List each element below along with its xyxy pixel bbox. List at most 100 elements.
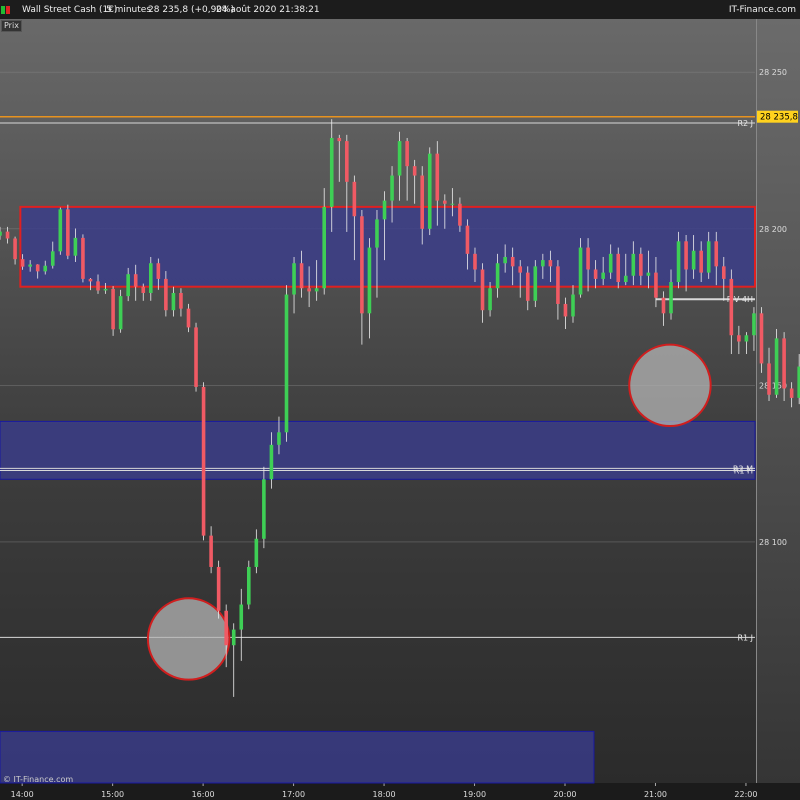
candle-body[interactable] — [58, 209, 63, 252]
candle-body[interactable] — [88, 278, 93, 282]
candle-body[interactable] — [684, 241, 688, 270]
candle-body[interactable] — [593, 269, 598, 279]
candle-body[interactable] — [20, 259, 25, 267]
candle-body[interactable] — [563, 303, 568, 317]
candle-body[interactable] — [450, 203, 455, 205]
candle-body[interactable] — [262, 479, 266, 539]
candle-body[interactable] — [314, 288, 319, 292]
candle-body[interactable] — [254, 538, 259, 567]
candle-body[interactable] — [0, 231, 2, 236]
candle-body[interactable] — [103, 288, 108, 291]
candle-body[interactable] — [171, 292, 176, 311]
candle-body[interactable] — [141, 286, 146, 293]
candle-body[interactable] — [35, 264, 40, 272]
candle-body[interactable] — [548, 260, 553, 267]
candle-body[interactable] — [164, 278, 168, 311]
candle-body[interactable] — [412, 166, 417, 176]
candle-body[interactable] — [676, 241, 681, 283]
candle-body[interactable] — [480, 269, 485, 311]
candle-body[interactable] — [133, 274, 138, 287]
candle-body[interactable] — [518, 266, 523, 273]
candle-body[interactable] — [556, 266, 560, 304]
candle-body[interactable] — [533, 266, 538, 301]
candle-body[interactable] — [5, 231, 10, 239]
candle-body[interactable] — [714, 241, 719, 267]
candle-body[interactable] — [729, 278, 734, 336]
candle-body[interactable] — [66, 209, 70, 256]
candle-body[interactable] — [148, 263, 153, 293]
candle-body[interactable] — [397, 141, 402, 176]
candle-body[interactable] — [488, 288, 492, 311]
candle-body[interactable] — [608, 253, 613, 273]
candle-body[interactable] — [239, 604, 244, 630]
candle-body[interactable] — [322, 206, 326, 289]
candle-body[interactable] — [13, 238, 17, 260]
candle-body[interactable] — [458, 203, 462, 226]
candle-body[interactable] — [737, 335, 741, 342]
candle-body[interactable] — [525, 272, 530, 301]
candle-body[interactable] — [194, 327, 198, 387]
candle-body[interactable] — [73, 237, 78, 256]
candle-body[interactable] — [669, 282, 673, 314]
candle-body[interactable] — [28, 264, 32, 267]
candle-body[interactable] — [337, 137, 342, 142]
candle-body[interactable] — [231, 629, 236, 646]
candle-body[interactable] — [179, 292, 183, 309]
candle-body[interactable] — [631, 253, 636, 276]
candle-body[interactable] — [216, 566, 221, 611]
candle-body[interactable] — [639, 253, 643, 276]
candle-body[interactable] — [299, 263, 304, 289]
candle-body[interactable] — [435, 153, 440, 201]
candle-body[interactable] — [352, 181, 357, 217]
candle-body[interactable] — [510, 256, 515, 267]
candle-body[interactable] — [111, 288, 115, 330]
candle-body[interactable] — [661, 297, 666, 314]
candle-body[interactable] — [382, 200, 387, 220]
candle-body[interactable] — [81, 237, 85, 279]
candle-body[interactable] — [782, 338, 786, 389]
candle-body[interactable] — [767, 363, 771, 395]
candle-body[interactable] — [443, 200, 447, 204]
candle-body[interactable] — [292, 263, 296, 295]
candle-body[interactable] — [405, 141, 409, 167]
candle-body[interactable] — [503, 256, 507, 264]
candle-body[interactable] — [156, 263, 161, 279]
candle-body[interactable] — [224, 610, 228, 646]
support-resistance-zone[interactable] — [0, 730, 595, 784]
panel-label[interactable]: Prix — [1, 20, 22, 32]
candle-body[interactable] — [691, 250, 696, 270]
candle-body[interactable] — [495, 263, 500, 289]
candle-body[interactable] — [721, 266, 726, 279]
candle-body[interactable] — [616, 253, 621, 283]
candle-body[interactable] — [601, 272, 605, 279]
candle-body[interactable] — [654, 272, 658, 298]
price-chart[interactable]: 28 10028 15028 20028 25014:00 15:00 16:00 1… — [0, 0, 800, 800]
candle-body[interactable] — [774, 338, 779, 395]
candle-body[interactable] — [706, 241, 711, 273]
candle-body[interactable] — [96, 281, 100, 291]
candle-body[interactable] — [367, 247, 372, 314]
candle-body[interactable] — [329, 137, 334, 207]
candle-body[interactable] — [699, 250, 703, 273]
candle-body[interactable] — [186, 308, 191, 328]
candle-body[interactable] — [209, 535, 213, 567]
candle-body[interactable] — [586, 247, 590, 270]
candle-body[interactable] — [118, 296, 123, 330]
candle-body[interactable] — [345, 141, 349, 182]
candle-body[interactable] — [752, 313, 756, 336]
candle-body[interactable] — [473, 253, 477, 270]
candle-body[interactable] — [50, 251, 55, 266]
support-resistance-zone[interactable] — [19, 205, 756, 288]
candle-body[interactable] — [375, 219, 379, 248]
candle-body[interactable] — [578, 247, 583, 295]
candle-body[interactable] — [277, 432, 281, 445]
candle-body[interactable] — [201, 386, 206, 536]
candle-body[interactable] — [465, 225, 470, 254]
candle-body[interactable] — [759, 313, 764, 364]
candle-body[interactable] — [269, 444, 274, 480]
candle-body[interactable] — [360, 216, 364, 314]
candle-body[interactable] — [541, 260, 545, 267]
candle-body[interactable] — [420, 175, 425, 229]
candle-body[interactable] — [284, 294, 289, 433]
candle-body[interactable] — [646, 272, 651, 276]
